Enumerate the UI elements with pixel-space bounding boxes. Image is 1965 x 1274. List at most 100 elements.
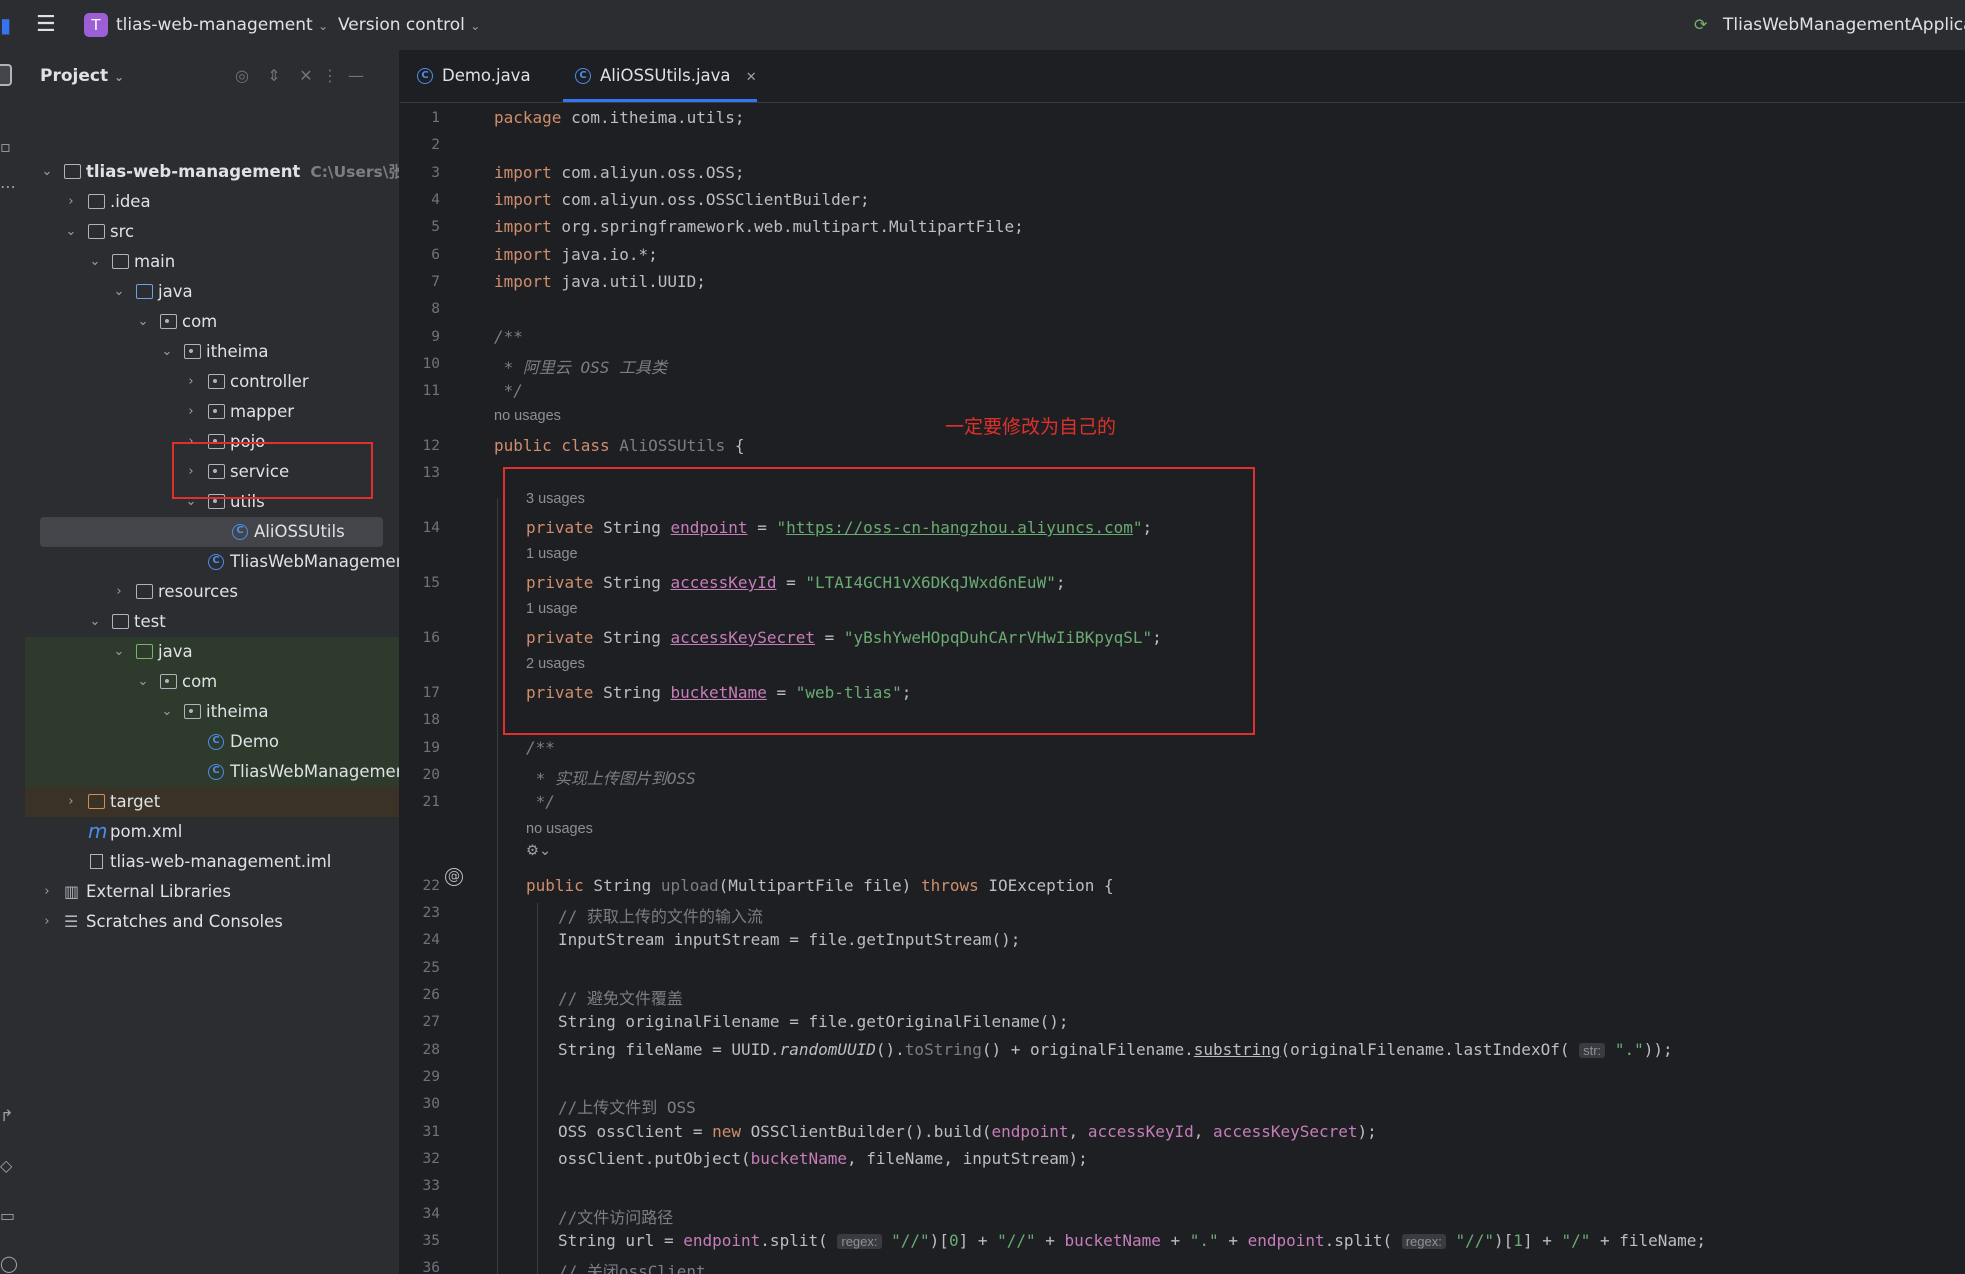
code-line[interactable]: import com.aliyun.oss.OSS; [494,163,744,182]
chevron-right-icon[interactable]: › [40,907,54,937]
tree-item[interactable]: tlias-web-management.iml [25,847,399,877]
tree-item[interactable]: ⌄ test [25,607,399,637]
line-number: 8 [431,301,440,317]
code-line[interactable]: public String upload(MultipartFile file)… [526,876,1114,895]
chevron-right-icon[interactable]: › [64,787,78,817]
tree-item[interactable]: › ☰ Scratches and Consoles [25,907,399,937]
chevron-right-icon[interactable]: › [64,187,78,217]
line-number: 22 [422,878,440,894]
more-tools-icon[interactable]: ⋯ [0,178,18,196]
code-line[interactable]: String fileName = UUID.randomUUID().toSt… [558,1040,1673,1059]
commit-tool-icon[interactable]: ▫ [0,138,18,156]
tree-item[interactable]: ⌄ itheima [25,697,399,727]
tab-aliossutils-java[interactable]: C AliOSSUtils.java ✕ [575,50,757,102]
chevron-down-icon[interactable]: ⌄ [112,277,126,307]
chevron-down-icon[interactable]: ⌄ [40,157,54,187]
chevron-down-icon[interactable]: ⌄ [160,697,174,727]
code-line[interactable]: //上传文件到 OSS [558,1094,696,1118]
services-tool-icon[interactable]: ◇ [0,1157,18,1175]
tree-item[interactable]: › target [25,787,399,817]
code-line[interactable]: import java.util.UUID; [494,272,706,291]
usages-hint[interactable]: no usages [526,821,593,837]
code-line[interactable]: import java.io.*; [494,245,658,264]
expand-collapse-icon[interactable]: ⇕ [264,66,284,86]
code-line[interactable]: OSS ossClient = new OSSClientBuilder().b… [558,1122,1377,1141]
code-line[interactable]: * 阿里云 OSS 工具类 [494,354,667,378]
chevron-down-icon[interactable]: ⌄ [112,637,126,667]
terminal-tool-icon[interactable]: ▭ [0,1207,18,1225]
bean-gutter-icon[interactable]: @ [445,868,463,886]
chevron-down-icon[interactable]: ⌄ [136,307,150,337]
code-line[interactable]: String originalFilename = file.getOrigin… [558,1012,1069,1031]
tree-item[interactable]: ⌄ java [25,277,399,307]
line-number: 9 [431,329,440,345]
tree-item-label: main [134,252,176,271]
tree-item[interactable]: › ▥ External Libraries [25,877,399,907]
tree-item[interactable]: › controller [25,367,399,397]
close-icon[interactable]: ✕ [296,66,316,86]
hide-icon[interactable]: — [346,66,366,86]
code-line[interactable]: package com.itheima.utils; [494,108,744,127]
chevron-right-icon[interactable]: › [184,397,198,427]
tree-item[interactable]: ⌄ main [25,247,399,277]
problems-tool-icon[interactable]: ◯ [0,1255,18,1273]
tree-item[interactable]: C AliOSSUtils [25,517,399,547]
scratches-icon: ☰ [64,912,79,931]
tree-item[interactable]: C TliasWebManagementApplication [25,547,399,577]
ai-actions-icon[interactable]: ⚙⌄ [526,843,551,859]
locate-icon[interactable]: ◎ [232,66,252,86]
project-view-selector[interactable]: Project ⌄ [40,50,124,103]
chevron-down-icon[interactable]: ⌄ [136,667,150,697]
tree-item[interactable]: › mapper [25,397,399,427]
chevron-down-icon[interactable]: ⌄ [88,247,102,277]
run-config-selector[interactable]: TliasWebManagementApplicatic [1723,0,1965,50]
code-line[interactable]: */ [494,381,523,400]
code-line[interactable]: */ [526,792,555,811]
code-line[interactable]: // 避免文件覆盖 [558,985,683,1009]
vcs-menu[interactable]: Version control ⌄ [338,0,480,50]
tree-item[interactable]: ⌄ java [25,637,399,667]
app-logo-icon[interactable]: ▮ [0,0,11,50]
tree-item[interactable]: ⌄ itheima [25,337,399,367]
tree-item[interactable]: ⌄ com [25,667,399,697]
code-line[interactable]: InputStream inputStream = file.getInputS… [558,930,1020,949]
project-badge[interactable]: T [84,13,108,37]
tree-item[interactable]: › resources [25,577,399,607]
code-line[interactable]: // 获取上传的文件的输入流 [558,903,763,927]
usages-hint[interactable]: no usages [494,408,561,424]
code-line[interactable]: ossClient.putObject(bucketName, fileName… [558,1149,1088,1168]
run-tool-icon[interactable]: ↱ [0,1107,18,1125]
chevron-down-icon[interactable]: ⌄ [160,337,174,367]
code-line[interactable]: /** [526,738,555,757]
tree-item[interactable]: C Demo [25,727,399,757]
chevron-right-icon[interactable]: › [40,877,54,907]
code-line[interactable]: /** [494,327,523,346]
chevron-right-icon[interactable]: › [112,577,126,607]
main-menu-icon[interactable]: ☰ [36,0,56,50]
package-dot [213,409,217,413]
project-switcher[interactable]: tlias-web-management ⌄ [116,0,328,50]
code-line[interactable]: import org.springframework.web.multipart… [494,217,1024,236]
chevron-right-icon[interactable]: › [184,367,198,397]
code-line[interactable]: // 关闭ossClient [558,1258,706,1274]
close-tab-icon[interactable]: ✕ [746,70,757,85]
tree-item[interactable]: ⌄ tlias-web-managementC:\Users\张喆 [25,157,399,187]
code-line[interactable]: public class AliOSSUtils { [494,436,744,455]
code-line[interactable]: * 实现上传图片到OSS [526,765,696,789]
tree-item[interactable]: › .idea [25,187,399,217]
line-number: 25 [422,960,440,976]
tree-item[interactable]: ⌄ src [25,217,399,247]
project-tool-icon[interactable] [0,64,12,86]
tree-item[interactable]: ⌄ com [25,307,399,337]
line-number: 13 [422,465,440,481]
options-icon[interactable]: ⋮ [320,66,340,86]
tree-item-label: itheima [206,702,269,721]
code-line[interactable]: //文件访问路径 [558,1204,673,1228]
code-line[interactable]: import com.aliyun.oss.OSSClientBuilder; [494,190,870,209]
code-line[interactable]: String url = endpoint.split( regex: "//"… [558,1231,1706,1250]
chevron-down-icon[interactable]: ⌄ [64,217,78,247]
tree-item[interactable]: C TliasWebManagementApplicationTests [25,757,399,787]
tab-demo-java[interactable]: C Demo.java [417,50,531,102]
chevron-down-icon[interactable]: ⌄ [88,607,102,637]
tree-item[interactable]: m pom.xml [25,817,399,847]
